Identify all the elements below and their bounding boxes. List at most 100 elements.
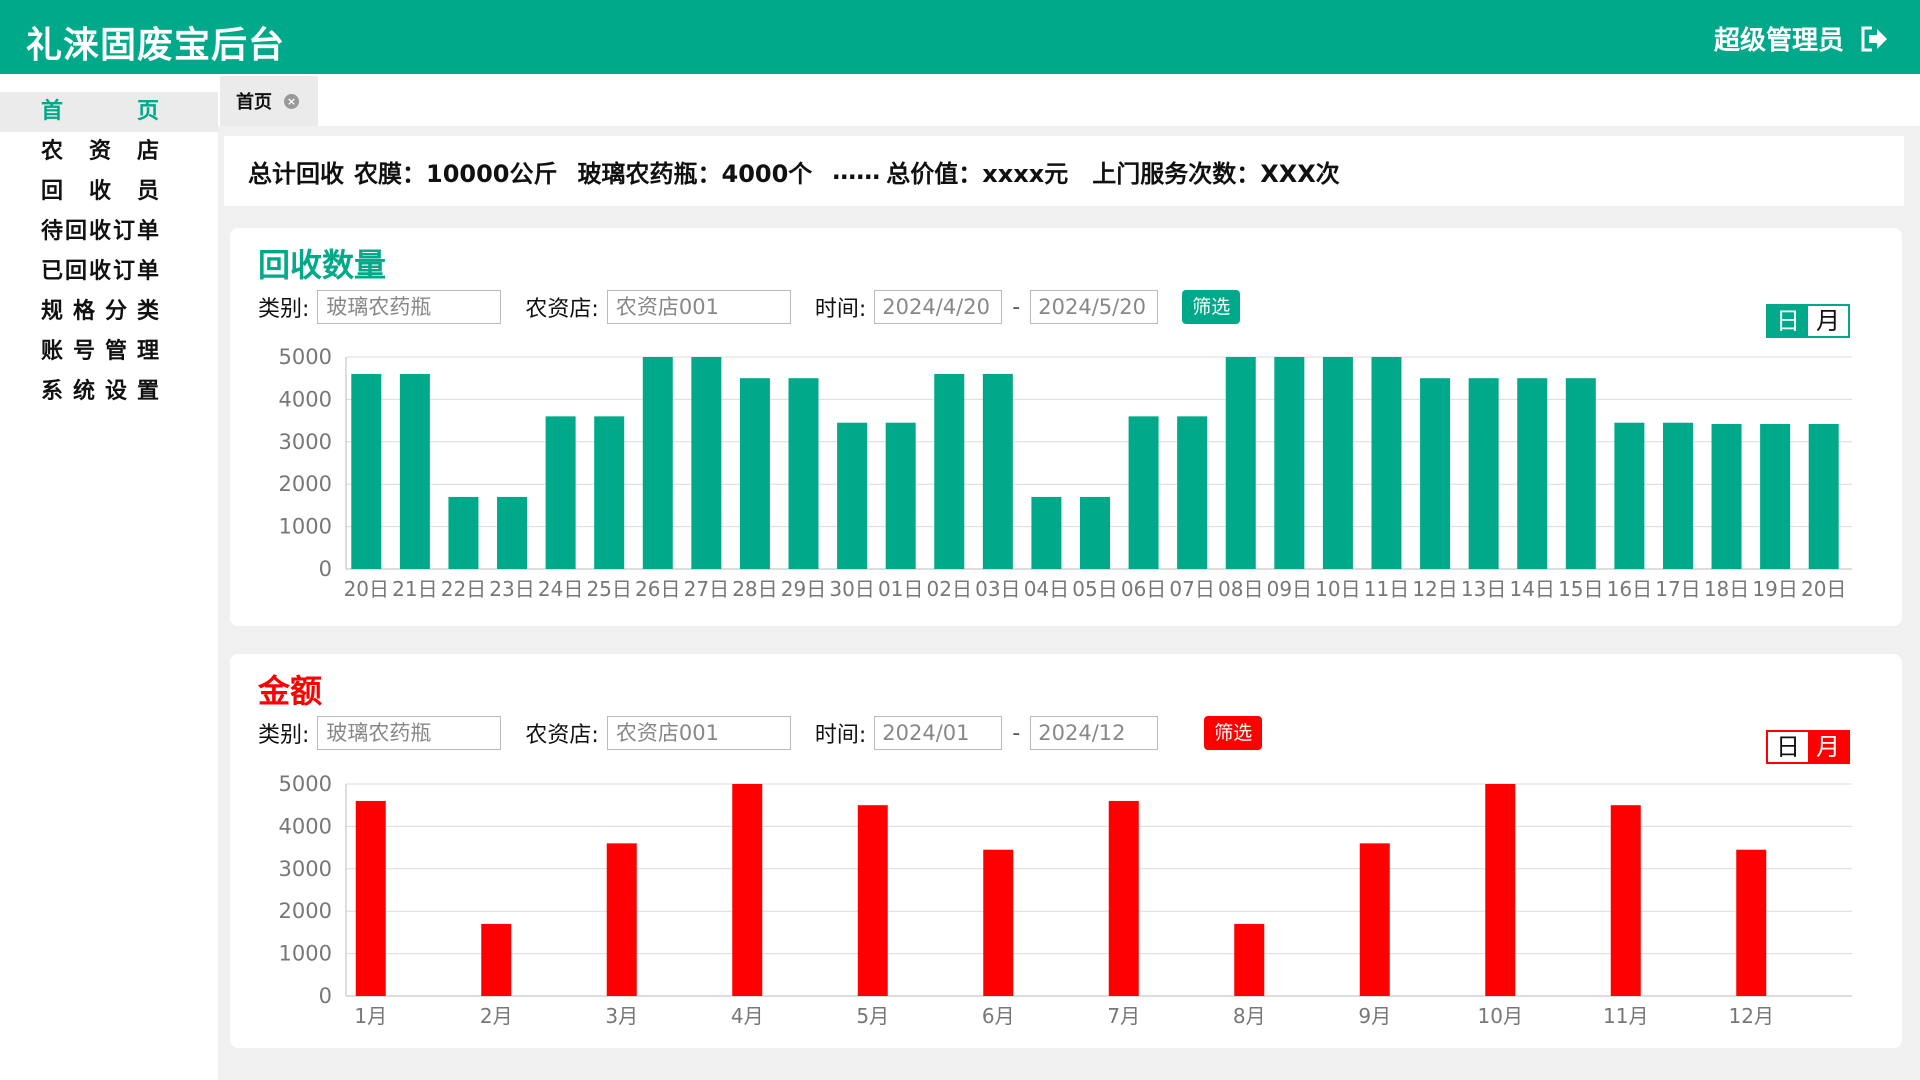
store-input[interactable]: 农资店001 — [606, 716, 791, 750]
quantity-bar — [1711, 423, 1742, 569]
x-tick-label: 19日 — [1752, 577, 1797, 601]
amount-title: 金额 — [258, 672, 323, 710]
y-tick-label: 3000 — [279, 857, 332, 881]
sidebar-item-accounts[interactable]: 账号管理 — [0, 332, 218, 372]
quantity-bar — [1760, 423, 1791, 569]
start-date-input[interactable]: 2024/01 — [874, 716, 1003, 750]
start-date-input[interactable]: 2024/4/20 — [874, 290, 1003, 324]
amount-bar — [732, 784, 763, 996]
day-month-toggle: 日 月 — [1766, 730, 1850, 764]
date-range-dash: - — [1012, 294, 1021, 320]
x-tick-label: 01日 — [878, 577, 923, 601]
category-input[interactable]: 玻璃农药瓶 — [317, 716, 502, 750]
x-tick-label: 29日 — [781, 577, 826, 601]
store-input[interactable]: 农资店001 — [606, 290, 791, 324]
tab-home[interactable]: 首页 × — [220, 76, 318, 126]
sidebar-item-completed-orders[interactable]: 已回收订单 — [0, 252, 218, 292]
end-date-input[interactable]: 2024/5/20 — [1030, 290, 1159, 324]
sidebar-item-label: 待回收订单 — [41, 219, 159, 244]
quantity-bar — [1420, 378, 1451, 569]
category-label: 类别: — [258, 723, 310, 748]
toggle-day-button[interactable]: 日 — [1768, 732, 1808, 762]
quantity-bar — [642, 357, 673, 569]
toggle-day-button[interactable]: 日 — [1768, 306, 1808, 336]
amount-filter-row: 类别: 玻璃农药瓶 农资店: 农资店001 时间: 2024/01 - 2024… — [258, 716, 1263, 750]
y-tick-label: 5000 — [279, 345, 332, 369]
toggle-month-button[interactable]: 月 — [1808, 732, 1848, 762]
category-input[interactable]: 玻璃农药瓶 — [317, 290, 502, 324]
quantity-bar — [594, 416, 625, 569]
amount-bar — [1108, 800, 1139, 996]
y-tick-label: 1000 — [279, 515, 332, 539]
x-tick-label: 30日 — [829, 577, 874, 601]
quantity-bar — [691, 357, 722, 569]
x-tick-label: 06日 — [1121, 577, 1166, 601]
quantity-bar — [448, 496, 479, 569]
quantity-bar — [399, 373, 430, 569]
x-tick-label: 05日 — [1072, 577, 1117, 601]
sidebar-item-stores[interactable]: 农 资 店 — [0, 132, 218, 172]
amount-bar — [1736, 849, 1767, 996]
quantity-bar — [1322, 357, 1353, 569]
day-month-toggle: 日 月 — [1766, 304, 1850, 338]
sidebar-item-settings[interactable]: 系统设置 — [0, 372, 218, 412]
quantity-card: 0 1000 2000 3000 4000 5000 20日 21日 22日 23日 24日 25日 2… — [230, 228, 1902, 626]
x-tick-label: 1月 — [354, 1004, 387, 1028]
sidebar-item-label: 首 页 — [41, 99, 159, 124]
x-tick-label: 10日 — [1315, 577, 1360, 601]
summary-ellipsis: …… — [832, 157, 881, 185]
amount-bar — [1610, 805, 1641, 996]
quantity-bar — [545, 416, 576, 569]
amount-bar — [1359, 843, 1390, 996]
x-tick-label: 14日 — [1509, 577, 1554, 601]
quantity-bar — [1468, 378, 1499, 569]
quantity-title: 回收数量 — [258, 246, 387, 284]
tab-bar: 首页 × — [218, 74, 1920, 126]
x-tick-label: 12日 — [1412, 577, 1457, 601]
quantity-bar — [1614, 422, 1645, 569]
y-tick-label: 5000 — [279, 772, 332, 796]
summary-film: 农膜：10000公斤 — [354, 159, 558, 188]
amount-bar — [355, 800, 386, 996]
y-tick-label: 0 — [319, 557, 332, 581]
x-tick-label: 5月 — [856, 1004, 889, 1028]
x-tick-label: 16日 — [1607, 577, 1652, 601]
summary-bar: 总计回收 农膜：10000公斤 玻璃农药瓶：4000个 …… 总价值：xxxx元… — [224, 136, 1904, 206]
sidebar: 首 页 农 资 店 回 收 员 待回收订单 已回收订单 规格分类 账号管理 系统… — [0, 74, 218, 1080]
store-label: 农资店: — [525, 723, 599, 748]
sidebar-item-home[interactable]: 首 页 — [0, 92, 218, 132]
close-icon[interactable]: × — [284, 93, 299, 109]
sidebar-item-label: 账号管理 — [41, 339, 159, 364]
end-date-input[interactable]: 2024/12 — [1030, 716, 1159, 750]
sidebar-item-categories[interactable]: 规格分类 — [0, 292, 218, 332]
x-tick-label: 27日 — [684, 577, 729, 601]
x-tick-label: 6月 — [982, 1004, 1015, 1028]
toggle-month-button[interactable]: 月 — [1808, 306, 1848, 336]
x-tick-label: 3月 — [605, 1004, 638, 1028]
filter-button[interactable]: 筛选 — [1204, 716, 1263, 750]
time-label: 时间: — [814, 297, 867, 322]
x-tick-label: 02日 — [927, 577, 972, 601]
filter-button[interactable]: 筛选 — [1182, 290, 1241, 324]
store-label: 农资店: — [525, 297, 599, 322]
amount-bar — [1234, 923, 1265, 996]
quantity-bar — [1371, 357, 1402, 569]
user-name[interactable]: 超级管理员 — [1714, 20, 1844, 57]
sidebar-item-label: 系统设置 — [41, 379, 159, 404]
y-tick-label: 4000 — [279, 387, 332, 411]
quantity-bar — [1031, 496, 1062, 569]
quantity-bar — [934, 373, 965, 569]
quantity-chart: 01000200030004000500020日 21日 22日 23日 24日 25日 2… — [279, 345, 1852, 601]
sidebar-item-collectors[interactable]: 回 收 员 — [0, 172, 218, 212]
quantity-bar — [788, 378, 819, 569]
top-bar: 礼涞固废宝后台 超级管理员 — [0, 0, 1920, 74]
sidebar-item-pending-orders[interactable]: 待回收订单 — [0, 212, 218, 252]
amount-bar — [606, 843, 637, 996]
sidebar-item-label: 回 收 员 — [41, 179, 159, 204]
amount-bar — [983, 849, 1014, 996]
amount-bar — [857, 805, 888, 996]
quantity-bar — [1128, 416, 1159, 569]
logout-icon[interactable] — [1858, 23, 1890, 55]
y-tick-label: 4000 — [279, 814, 332, 838]
x-tick-label: 28日 — [732, 577, 777, 601]
